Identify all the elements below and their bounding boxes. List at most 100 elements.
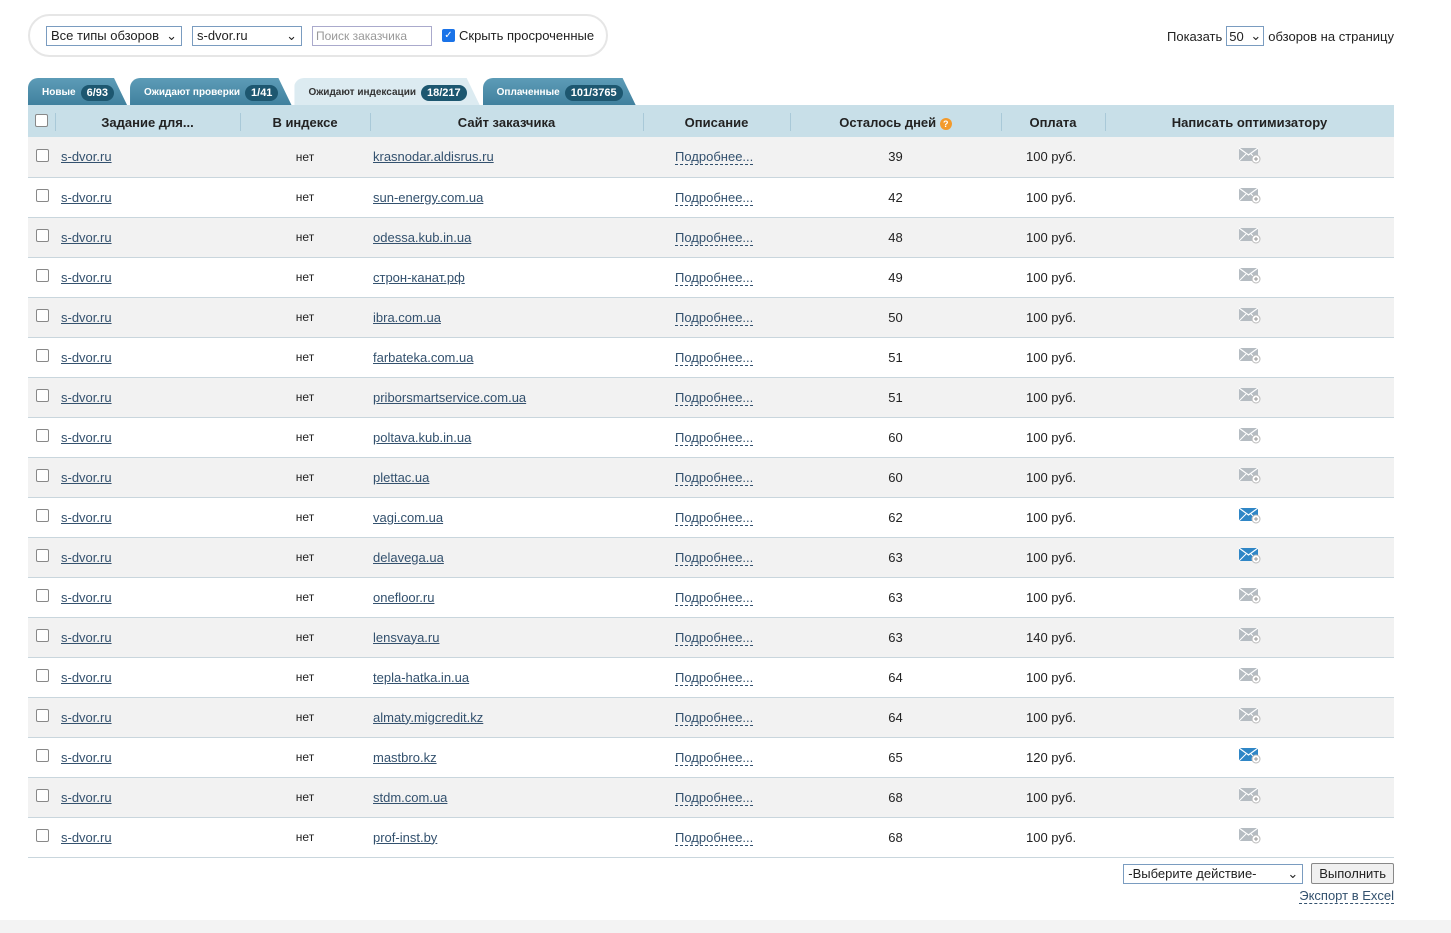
customer-search-input[interactable]: Поиск заказчика [312,25,432,46]
envelope-icon[interactable] [1238,667,1261,684]
details-link[interactable]: Подробнее... [675,429,754,446]
task-link[interactable]: s-dvor.ru [61,310,112,325]
row-checkbox[interactable] [36,629,49,642]
customer-site-link[interactable]: onefloor.ru [373,590,434,605]
details-link[interactable]: Подробнее... [675,149,754,166]
details-link[interactable]: Подробнее... [675,349,754,366]
customer-site-link[interactable]: odessa.kub.in.ua [373,230,471,245]
row-checkbox[interactable] [36,389,49,402]
envelope-new-icon[interactable] [1238,747,1261,764]
task-link[interactable]: s-dvor.ru [61,830,112,845]
task-link[interactable]: s-dvor.ru [61,190,112,205]
envelope-icon[interactable] [1238,707,1261,724]
customer-site-link[interactable]: mastbro.kz [373,750,437,765]
details-link[interactable]: Подробнее... [675,509,754,526]
checkbox-icon[interactable]: ✓ [442,29,455,42]
task-link[interactable]: s-dvor.ru [61,670,112,685]
task-link[interactable]: s-dvor.ru [61,510,112,525]
details-link[interactable]: Подробнее... [675,669,754,686]
row-checkbox[interactable] [36,509,49,522]
row-checkbox[interactable] [36,669,49,682]
row-checkbox[interactable] [36,349,49,362]
customer-site-link[interactable]: stdm.com.ua [373,790,447,805]
row-checkbox[interactable] [36,829,49,842]
envelope-icon[interactable] [1238,787,1261,804]
details-link[interactable]: Подробнее... [675,589,754,606]
tab-3[interactable]: Оплаченные 101/3765 [483,78,637,107]
export-excel-link[interactable]: Экспорт в Excel [1299,888,1394,904]
per-page-select[interactable]: 50 ⌄ [1226,26,1265,46]
tab-2[interactable]: Ожидают индексации 18/217 [294,78,480,107]
tab-1[interactable]: Ожидают проверки 1/41 [130,78,292,107]
customer-site-link[interactable]: sun-energy.com.ua [373,190,483,205]
envelope-icon[interactable] [1238,387,1261,404]
row-checkbox[interactable] [36,549,49,562]
row-checkbox[interactable] [36,589,49,602]
details-link[interactable]: Подробнее... [675,749,754,766]
tab-0[interactable]: Новые 6/93 [28,78,128,107]
details-link[interactable]: Подробнее... [675,269,754,286]
envelope-new-icon[interactable] [1238,507,1261,524]
row-checkbox[interactable] [36,749,49,762]
hide-expired-checkbox[interactable]: ✓ Скрыть просроченные [442,28,594,43]
customer-site-link[interactable]: plettac.ua [373,470,429,485]
task-link[interactable]: s-dvor.ru [61,710,112,725]
envelope-icon[interactable] [1238,267,1261,284]
envelope-icon[interactable] [1238,147,1261,164]
details-link[interactable]: Подробнее... [675,229,754,246]
details-link[interactable]: Подробнее... [675,789,754,806]
task-link[interactable]: s-dvor.ru [61,470,112,485]
details-link[interactable]: Подробнее... [675,309,754,326]
details-link[interactable]: Подробнее... [675,389,754,406]
customer-site-link[interactable]: farbateka.com.ua [373,350,473,365]
task-link[interactable]: s-dvor.ru [61,750,112,765]
review-type-select[interactable]: Все типы обзоров ⌄ [46,25,182,46]
customer-site-link[interactable]: almaty.migcredit.kz [373,710,483,725]
customer-site-link[interactable]: delavega.ua [373,550,444,565]
row-checkbox[interactable] [36,148,49,162]
row-checkbox[interactable] [36,789,49,802]
details-link[interactable]: Подробнее... [675,549,754,566]
customer-site-link[interactable]: prof-inst.by [373,830,437,845]
envelope-icon[interactable] [1238,347,1261,364]
task-link[interactable]: s-dvor.ru [61,550,112,565]
envelope-icon[interactable] [1238,467,1261,484]
details-link[interactable]: Подробнее... [675,829,754,846]
task-link[interactable]: s-dvor.ru [61,270,112,285]
run-button[interactable]: Выполнить [1311,863,1394,884]
row-checkbox[interactable] [36,229,49,242]
row-checkbox[interactable] [36,709,49,722]
task-link[interactable]: s-dvor.ru [61,390,112,405]
envelope-icon[interactable] [1238,827,1261,844]
customer-site-link[interactable]: priborsmartservice.com.ua [373,390,526,405]
envelope-new-icon[interactable] [1238,547,1261,564]
customer-site-link[interactable]: poltava.kub.in.ua [373,430,471,445]
envelope-icon[interactable] [1238,587,1261,604]
task-link[interactable]: s-dvor.ru [61,350,112,365]
details-link[interactable]: Подробнее... [675,469,754,486]
details-link[interactable]: Подробнее... [675,189,754,206]
task-link[interactable]: s-dvor.ru [61,230,112,245]
action-select[interactable]: -Выберите действие- ⌄ [1123,863,1304,884]
task-link[interactable]: s-dvor.ru [61,790,112,805]
row-checkbox[interactable] [36,269,49,282]
customer-site-link[interactable]: строн-канат.рф [373,270,465,285]
task-link[interactable]: s-dvor.ru [61,149,112,164]
envelope-icon[interactable] [1238,427,1261,444]
customer-site-link[interactable]: vagi.com.ua [373,510,443,525]
select-all-checkbox[interactable] [35,114,48,127]
site-select[interactable]: s-dvor.ru ⌄ [192,25,302,46]
envelope-icon[interactable] [1238,627,1261,644]
row-checkbox[interactable] [36,189,49,202]
envelope-icon[interactable] [1238,227,1261,244]
customer-site-link[interactable]: ibra.com.ua [373,310,441,325]
envelope-icon[interactable] [1238,307,1261,324]
row-checkbox[interactable] [36,469,49,482]
envelope-icon[interactable] [1238,187,1261,204]
row-checkbox[interactable] [36,309,49,322]
customer-site-link[interactable]: tepla-hatka.in.ua [373,670,469,685]
task-link[interactable]: s-dvor.ru [61,430,112,445]
task-link[interactable]: s-dvor.ru [61,630,112,645]
customer-site-link[interactable]: krasnodar.aldisrus.ru [373,149,494,164]
details-link[interactable]: Подробнее... [675,709,754,726]
